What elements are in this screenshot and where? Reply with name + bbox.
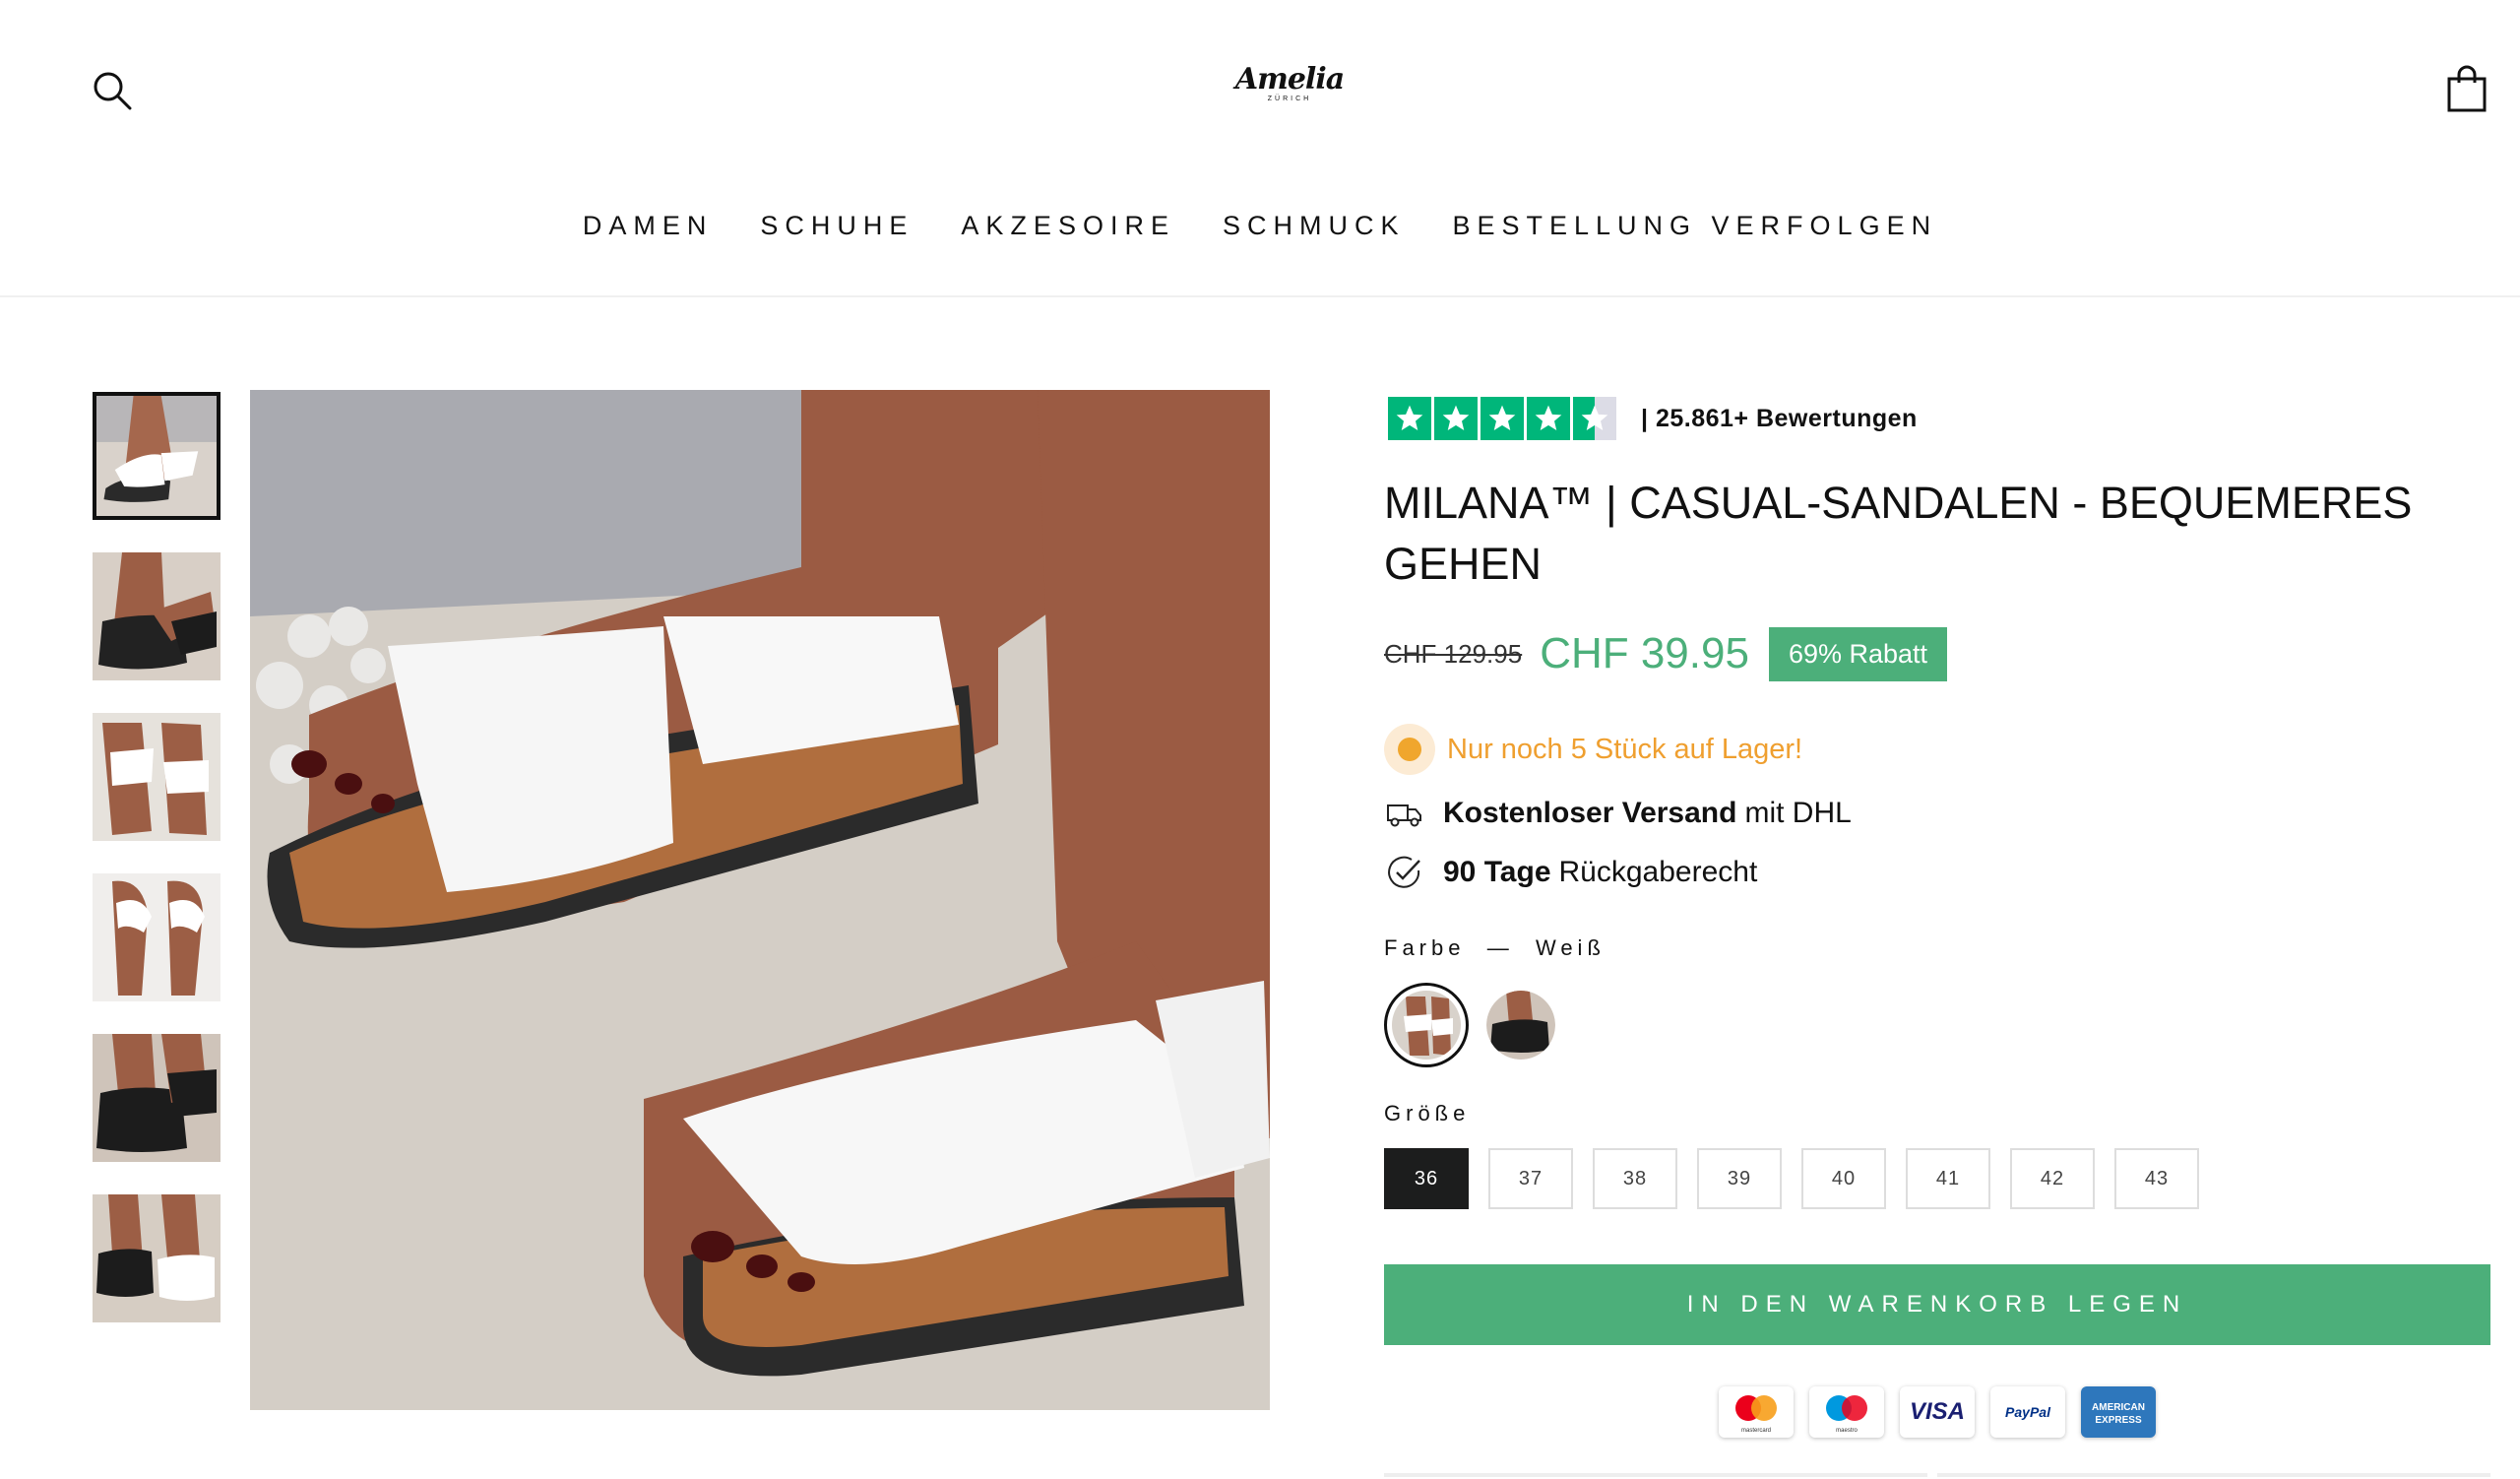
logo[interactable]: Amelia ZÜRICH — [1211, 65, 1368, 114]
visa-icon: VISA — [1900, 1386, 1975, 1438]
nav-item-schmuck[interactable]: SCHMUCK — [1223, 211, 1406, 241]
stock-notice: Nur noch 5 Stück auf Lager! — [1384, 724, 1803, 775]
mastercard-icon: mastercard — [1719, 1386, 1794, 1438]
thumbnail-3[interactable] — [93, 713, 220, 841]
size-option-36[interactable]: 36 — [1384, 1148, 1469, 1209]
product-title: MILANA™ | CASUAL-SANDALEN - BEQUEMERES G… — [1384, 478, 2413, 589]
check-circle-icon — [1388, 856, 1420, 888]
swatch-black[interactable] — [1486, 991, 1555, 1060]
star-icon — [1434, 397, 1478, 440]
star-icon — [1388, 397, 1431, 440]
nav-item-bestellung-verfolgen[interactable]: BESTELLUNG VERFOLGEN — [1452, 211, 1937, 241]
color-label-text: Farbe — [1384, 935, 1466, 960]
color-label: Farbe — Weiß — [1384, 935, 1606, 961]
stock-dot-icon — [1384, 724, 1435, 775]
size-option-40[interactable]: 40 — [1801, 1148, 1886, 1209]
visa-label: VISA — [1910, 1398, 1965, 1425]
amex-label-1: AMERICAN — [2092, 1402, 2145, 1413]
stock-text: Nur noch 5 Stück auf Lager! — [1447, 733, 1803, 765]
size-options: 36 37 38 39 40 41 42 43 — [1384, 1148, 2219, 1209]
thumbnail-4[interactable] — [93, 873, 220, 1001]
paypal-icon: PayPal — [1990, 1386, 2065, 1438]
size-option-37[interactable]: 37 — [1488, 1148, 1573, 1209]
shipping-bold: Kostenloser Versand — [1443, 797, 1737, 829]
shipping-rest: mit DHL — [1744, 797, 1852, 829]
nav-item-akzesoire[interactable]: AKZESOIRE — [961, 211, 1175, 241]
thumbnail-1[interactable] — [93, 392, 220, 520]
half-star-icon — [1573, 397, 1616, 440]
swatch-white[interactable] — [1384, 983, 1469, 1067]
color-swatches — [1384, 983, 1573, 1067]
sale-price: CHF 39.95 — [1540, 629, 1749, 677]
mastercard-label: mastercard — [1741, 1428, 1771, 1434]
truck-icon — [1387, 804, 1421, 827]
compare-price: CHF 129.95 — [1384, 638, 1523, 669]
amex-icon: AMERICAN EXPRESS — [2081, 1386, 2156, 1438]
thumbnail-list — [93, 392, 222, 1355]
main-nav: DAMEN SCHUHE AKZESOIRE SCHMUCK BESTELLUNG VE… — [0, 211, 2520, 241]
thumbnail-6[interactable] — [93, 1194, 220, 1322]
rating-count: | 25.861+ Bewertungen — [1641, 404, 1918, 432]
paypal-label: PayPal — [2005, 1404, 2051, 1420]
maestro-icon: maestro — [1809, 1386, 1884, 1438]
returns-info: 90 Tage Rückgaberecht — [1386, 851, 1757, 894]
maestro-label: maestro — [1836, 1428, 1858, 1434]
size-option-39[interactable]: 39 — [1697, 1148, 1782, 1209]
returns-bold: 90 Tage — [1443, 856, 1551, 888]
color-label-value: Weiß — [1535, 935, 1606, 960]
payment-icons: mastercard maestro VISA PayPal AMERICAN … — [1719, 1386, 2172, 1438]
returns-rest: Rückgaberecht — [1558, 856, 1758, 888]
divider — [1384, 1473, 2490, 1477]
size-option-43[interactable]: 43 — [2114, 1148, 2199, 1209]
logo-sub: ZÜRICH — [1267, 96, 1312, 102]
size-option-42[interactable]: 42 — [2010, 1148, 2095, 1209]
size-option-38[interactable]: 38 — [1593, 1148, 1677, 1209]
nav-item-schuhe[interactable]: SCHUHE — [760, 211, 914, 241]
shipping-info: Kostenloser Versand mit DHL — [1386, 792, 1852, 835]
star-icon — [1527, 397, 1570, 440]
star-icon — [1480, 397, 1524, 440]
nav-item-damen[interactable]: DAMEN — [583, 211, 714, 241]
price-row: CHF 129.95 CHF 39.95 69% Rabatt — [1384, 624, 1948, 683]
shopping-bag-icon[interactable] — [2445, 65, 2488, 114]
site-header: Amelia ZÜRICH DAMEN SCHUHE AKZESOIRE SCHMUC… — [0, 0, 2520, 297]
size-label: Größe — [1384, 1101, 1471, 1125]
amex-label-2: EXPRESS — [2095, 1415, 2142, 1426]
size-option-41[interactable]: 41 — [1906, 1148, 1990, 1209]
thumbnail-2[interactable] — [93, 552, 220, 680]
color-label-sep: — — [1486, 935, 1514, 960]
logo-name: Amelia — [1234, 62, 1345, 96]
main-product-image[interactable] — [250, 390, 1270, 1410]
trustpilot-rating[interactable]: | 25.861+ Bewertungen — [1388, 396, 1918, 441]
search-icon[interactable] — [91, 69, 134, 112]
add-to-cart-button[interactable]: IN DEN WARENKORB LEGEN — [1384, 1264, 2490, 1345]
thumbnail-5[interactable] — [93, 1034, 220, 1162]
discount-badge: 69% Rabatt — [1768, 626, 1948, 681]
